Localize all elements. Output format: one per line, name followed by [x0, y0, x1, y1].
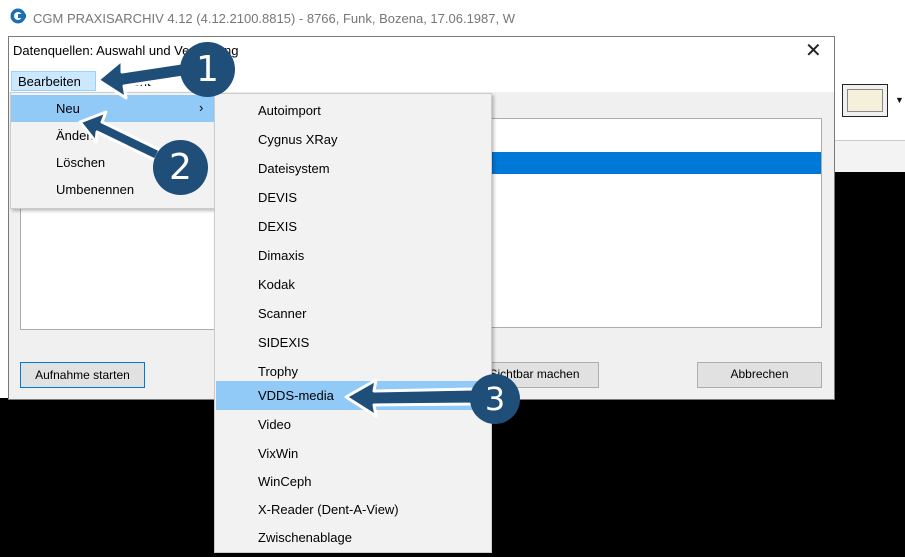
annotation-arrows — [78, 58, 476, 418]
step-badge-1: 1 — [180, 42, 235, 97]
arrow-3-icon — [344, 378, 476, 418]
step-badge-2: 2 — [153, 140, 208, 195]
arrow-2-icon — [78, 110, 162, 162]
step-badge-3: 3 — [470, 374, 520, 424]
arrow-1-icon — [96, 58, 192, 100]
